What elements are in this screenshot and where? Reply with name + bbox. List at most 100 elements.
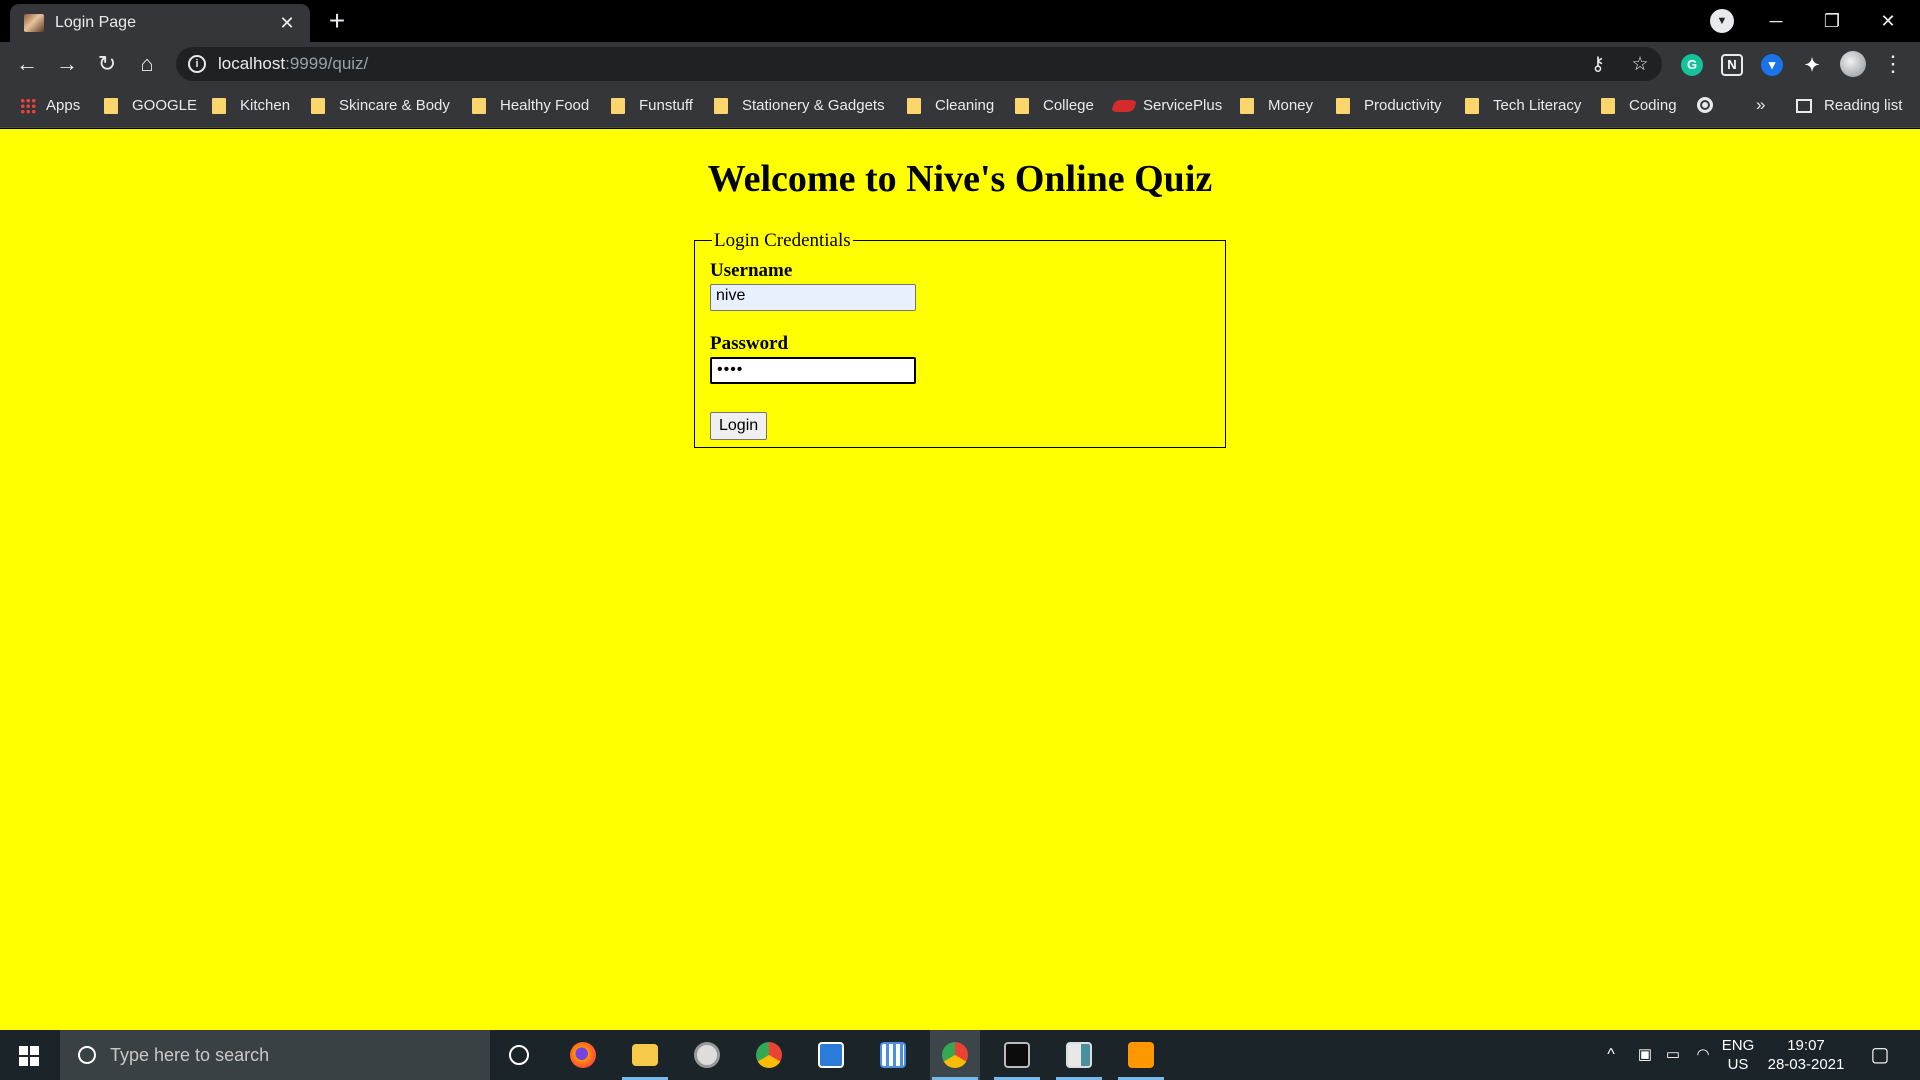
sublime-text-icon	[1128, 1042, 1154, 1068]
url-path: :9999/quiz/	[285, 54, 369, 73]
site-info-icon[interactable]: i	[188, 55, 206, 73]
taskbar-search-box[interactable]: Type here to search	[60, 1030, 490, 1080]
bookmark-label: Productivity	[1364, 97, 1442, 114]
tray-chevron-icon[interactable]: ^	[1600, 1030, 1622, 1080]
chrome-icon	[942, 1042, 968, 1068]
minimize-button[interactable]: ─	[1754, 4, 1798, 38]
bookmarks-bar: Apps GOOGLE Kitchen Skincare & Body Heal…	[0, 86, 1920, 128]
bookmark-folder[interactable]: Skincare & Body	[311, 97, 450, 114]
bookmarks-overflow-button[interactable]: »	[1756, 95, 1765, 115]
grammarly-extension-icon[interactable]: G	[1681, 54, 1703, 76]
home-icon[interactable]: ⌂	[132, 49, 162, 79]
windows-start-icon[interactable]	[10, 1040, 50, 1070]
meet-now-icon[interactable]: ▣	[1634, 1030, 1656, 1080]
window-app[interactable]	[1054, 1030, 1104, 1080]
region-code: US	[1727, 1056, 1749, 1073]
compass-app[interactable]	[682, 1030, 732, 1080]
bookmark-globe[interactable]	[1697, 97, 1713, 113]
username-label: Username	[710, 260, 793, 281]
tab-close-icon[interactable]: ✕	[276, 12, 298, 34]
calculator-app[interactable]	[868, 1030, 918, 1080]
calculator-icon	[880, 1042, 906, 1068]
new-tab-button[interactable]: +	[322, 7, 352, 37]
bookmark-folder[interactable]: Healthy Food	[472, 97, 589, 114]
folder-icon	[1601, 97, 1615, 114]
firefox-icon	[570, 1042, 596, 1068]
file-explorer-app[interactable]	[620, 1030, 670, 1080]
back-icon[interactable]: ←	[12, 49, 42, 79]
url-text[interactable]: localhost:9999/quiz/	[218, 54, 368, 74]
terminal-app[interactable]	[992, 1030, 1042, 1080]
folder-icon	[907, 97, 921, 114]
tab-search-icon[interactable]: ▼	[1710, 9, 1734, 33]
folder-icon	[1015, 97, 1029, 114]
search-placeholder: Type here to search	[110, 1044, 270, 1065]
bookmark-label: Kitchen	[240, 97, 291, 114]
bookmark-folder[interactable]: Cleaning	[907, 97, 994, 114]
bookmark-label: Stationery & Gadgets	[742, 97, 885, 114]
page-viewport: Welcome to Nive's Online Quiz Login Cred…	[0, 129, 1920, 1030]
page-title: Welcome to Nive's Online Quiz	[707, 158, 1213, 200]
bookmark-serviceplus[interactable]: ServicePlus	[1110, 97, 1222, 114]
bookmark-label: Money	[1268, 97, 1314, 114]
bookmark-label: Tech Literacy	[1493, 97, 1582, 114]
forward-icon[interactable]: →	[52, 49, 82, 79]
profile-avatar[interactable]	[1840, 51, 1866, 77]
apps-grid-icon	[20, 97, 36, 114]
battery-icon[interactable]: ▭	[1662, 1030, 1684, 1080]
bookmark-folder[interactable]: Stationery & Gadgets	[714, 97, 885, 114]
chrome-icon	[756, 1042, 782, 1068]
firefox-app[interactable]	[558, 1030, 608, 1080]
reading-list-button[interactable]: Reading list	[1796, 97, 1902, 114]
fieldset-legend: Login Credentials	[712, 230, 853, 252]
clock-icon	[694, 1042, 720, 1068]
language-indicator[interactable]: ENG US	[1718, 1036, 1758, 1080]
login-fieldset: Login Credentials Username nive Password…	[694, 230, 1226, 448]
login-button[interactable]: Login	[710, 412, 768, 440]
reload-icon[interactable]: ↻	[92, 49, 122, 79]
browser-menu-icon[interactable]: ⋮	[1882, 50, 1904, 78]
bookmark-folder[interactable]: Coding	[1601, 97, 1677, 114]
active-tab[interactable]: Login Page ✕	[10, 4, 310, 42]
notion-extension-icon[interactable]: N	[1721, 54, 1743, 76]
wifi-icon[interactable]: ◠	[1692, 1030, 1714, 1080]
notifications-icon[interactable]: ▢	[1866, 1030, 1894, 1080]
language-code: ENG	[1721, 1037, 1755, 1054]
bookmark-folder[interactable]: Productivity	[1336, 97, 1442, 114]
calendar-app[interactable]	[806, 1030, 856, 1080]
bookmark-folder[interactable]: Tech Literacy	[1465, 97, 1581, 114]
bookmark-folder[interactable]: College	[1015, 97, 1094, 114]
tab-strip: Login Page ✕ + ▼ ─ ❐ ✕	[0, 0, 1920, 42]
windows-taskbar: Type here to search ^ ▣ ▭ ◠ ENG US 19:07…	[0, 1030, 1920, 1080]
bookmark-label: Healthy Food	[500, 97, 590, 114]
chrome-app-1[interactable]	[744, 1030, 794, 1080]
extensions-puzzle-icon[interactable]: ✦	[1801, 54, 1823, 76]
bookmark-folder[interactable]: Funstuff	[611, 97, 693, 114]
bookmark-label: Coding	[1629, 97, 1677, 114]
bookmark-label: Cleaning	[935, 97, 995, 114]
password-key-icon[interactable]: ⚷	[1586, 53, 1610, 76]
bookmark-folder[interactable]: GOOGLE	[104, 97, 197, 114]
password-input[interactable]: ••••	[710, 357, 916, 384]
cortana-icon[interactable]	[509, 1045, 529, 1065]
address-bar[interactable]: i localhost:9999/quiz/ ⚷ ☆	[176, 47, 1662, 81]
folder-icon	[1336, 97, 1350, 114]
folder-icon	[714, 97, 728, 114]
bookmark-apps[interactable]: Apps	[20, 97, 80, 114]
clock[interactable]: 19:07 28-03-2021	[1764, 1036, 1848, 1080]
clock-time: 19:07	[1787, 1037, 1825, 1054]
bookmark-star-icon[interactable]: ☆	[1628, 53, 1652, 76]
bookmark-folder[interactable]: Money	[1240, 97, 1313, 114]
save-extension-icon[interactable]: ▾	[1761, 54, 1783, 76]
bookmark-label: GOOGLE	[132, 97, 198, 114]
folder-icon	[104, 97, 118, 114]
folder-icon	[472, 97, 486, 114]
username-input[interactable]: nive	[710, 284, 916, 311]
bookmark-label: Skincare & Body	[339, 97, 450, 114]
bookmark-folder[interactable]: Kitchen	[212, 97, 290, 114]
restore-button[interactable]: ❐	[1810, 4, 1854, 38]
chrome-app-2[interactable]	[930, 1030, 980, 1080]
sublime-text-app[interactable]	[1116, 1030, 1166, 1080]
clock-date: 28-03-2021	[1767, 1056, 1845, 1073]
close-window-button[interactable]: ✕	[1866, 4, 1910, 38]
